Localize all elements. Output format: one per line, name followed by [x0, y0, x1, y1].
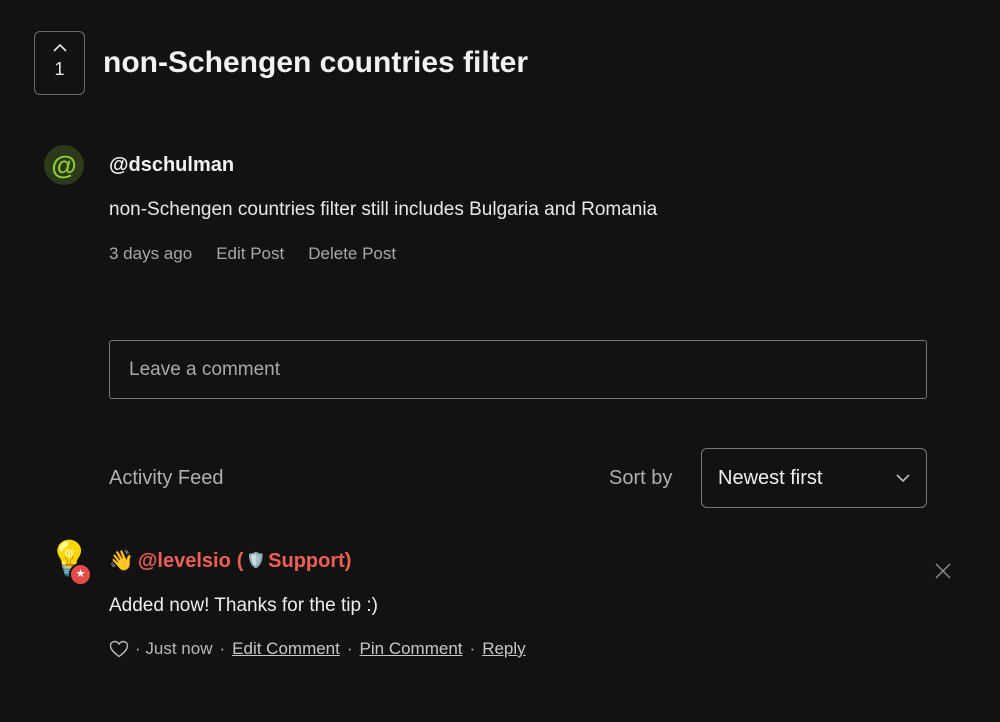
post-title: non-Schengen countries filter: [103, 46, 529, 79]
avatar[interactable]: @: [44, 145, 84, 185]
comment-author[interactable]: 👋 @levelsio ( 🛡️ Support): [109, 549, 351, 573]
comment-avatar[interactable]: 💡 ★: [46, 540, 92, 586]
star-icon: ★: [69, 563, 92, 586]
vote-count: 1: [54, 59, 65, 79]
post-body: non-Schengen countries filter still incl…: [109, 199, 658, 220]
comment-author-handle: @levelsio: [137, 550, 231, 572]
role-open: (: [236, 550, 244, 572]
post-author[interactable]: @dschulman: [109, 153, 234, 177]
sort-label: Sort by: [609, 467, 673, 489]
wave-icon: 👋: [109, 550, 134, 572]
pin-comment-link[interactable]: Pin Comment: [360, 638, 463, 660]
sort-value: Newest first: [718, 466, 823, 489]
post-time: 3 days ago: [109, 244, 193, 263]
upvote-button[interactable]: 1: [34, 31, 85, 95]
sort-select[interactable]: Newest first: [701, 448, 927, 508]
avatar-glyph: @: [51, 149, 77, 180]
heart-icon[interactable]: [109, 640, 129, 658]
separator: ·: [346, 639, 353, 658]
reply-link[interactable]: Reply: [482, 638, 525, 660]
edit-comment-link[interactable]: Edit Comment: [232, 638, 340, 660]
comment-meta: · Just now · Edit Comment · Pin Comment …: [109, 638, 526, 660]
chevron-up-icon: [52, 44, 67, 52]
close-icon[interactable]: [935, 563, 951, 579]
comment-input[interactable]: [109, 340, 927, 399]
activity-feed-title: Activity Feed: [109, 467, 224, 489]
shield-icon: 🛡️: [246, 552, 266, 569]
delete-post-button[interactable]: Delete Post: [308, 243, 396, 265]
separator: ·: [469, 639, 476, 658]
chevron-down-icon: [896, 474, 910, 482]
separator: ·: [219, 639, 226, 658]
post-meta: 3 days ago Edit Post Delete Post: [109, 243, 396, 265]
edit-post-button[interactable]: Edit Post: [216, 243, 284, 265]
comment-author-role: Support): [268, 550, 352, 572]
comment-time: · Just now: [135, 639, 213, 658]
comment-body: Added now! Thanks for the tip :): [109, 595, 378, 616]
